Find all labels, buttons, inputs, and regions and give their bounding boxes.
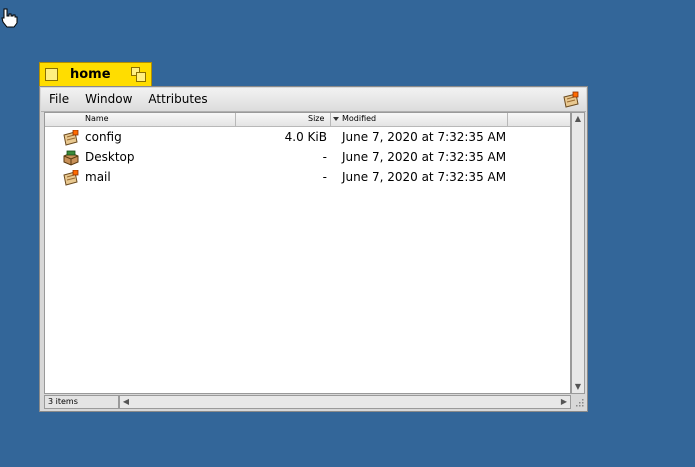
file-name: mail <box>85 170 111 184</box>
sort-descending-icon <box>333 117 339 121</box>
column-modified-header[interactable]: Modified <box>342 114 376 123</box>
file-modified: June 7, 2020 at 7:32:35 AM <box>342 150 507 164</box>
file-size: 4.0 KiB <box>284 130 327 144</box>
menu-file[interactable]: File <box>41 88 77 111</box>
menubar: File Window Attributes <box>41 88 586 112</box>
file-row[interactable]: mail - June 7, 2020 at 7:32:35 AM <box>45 168 570 188</box>
folder-config-icon <box>63 130 79 146</box>
resize-grip-icon[interactable] <box>572 395 585 409</box>
menu-attributes[interactable]: Attributes <box>140 88 215 111</box>
menu-window[interactable]: Window <box>77 88 140 111</box>
column-name-header[interactable]: Name <box>85 114 109 123</box>
file-row[interactable]: Desktop - June 7, 2020 at 7:32:35 AM <box>45 148 570 168</box>
folder-mail-icon <box>63 170 79 186</box>
vertical-scrollbar[interactable]: ▲ ▼ <box>571 112 585 394</box>
scroll-right-icon[interactable]: ▶ <box>558 396 570 408</box>
column-size-header[interactable]: Size <box>308 114 324 123</box>
scroll-down-icon[interactable]: ▼ <box>572 381 584 393</box>
scroll-left-icon[interactable]: ◀ <box>120 396 132 408</box>
hand-cursor-icon <box>1 8 18 28</box>
file-row[interactable]: config 4.0 KiB June 7, 2020 at 7:32:35 A… <box>45 128 570 148</box>
file-modified: June 7, 2020 at 7:32:35 AM <box>342 170 507 184</box>
item-count-status: 3 items <box>44 395 119 409</box>
file-modified: June 7, 2020 at 7:32:35 AM <box>342 130 507 144</box>
file-name: Desktop <box>85 150 135 164</box>
file-browser-window: File Window Attributes Name Size Modifie… <box>39 86 588 412</box>
file-size: - <box>322 170 327 184</box>
file-size: - <box>322 150 327 164</box>
zoom-button[interactable] <box>131 67 146 82</box>
desktop-folder-icon <box>63 150 79 166</box>
window-title: home <box>70 67 111 82</box>
file-list[interactable]: Name Size Modified config 4.0 KiB June 7… <box>44 112 571 394</box>
window-tab[interactable]: home <box>39 62 152 86</box>
close-button[interactable] <box>45 68 58 81</box>
column-header: Name Size Modified <box>45 113 570 127</box>
horizontal-scrollbar[interactable]: ◀ ▶ <box>119 395 571 409</box>
file-name: config <box>85 130 122 144</box>
home-folder-icon[interactable] <box>562 91 580 108</box>
scroll-up-icon[interactable]: ▲ <box>572 113 584 125</box>
